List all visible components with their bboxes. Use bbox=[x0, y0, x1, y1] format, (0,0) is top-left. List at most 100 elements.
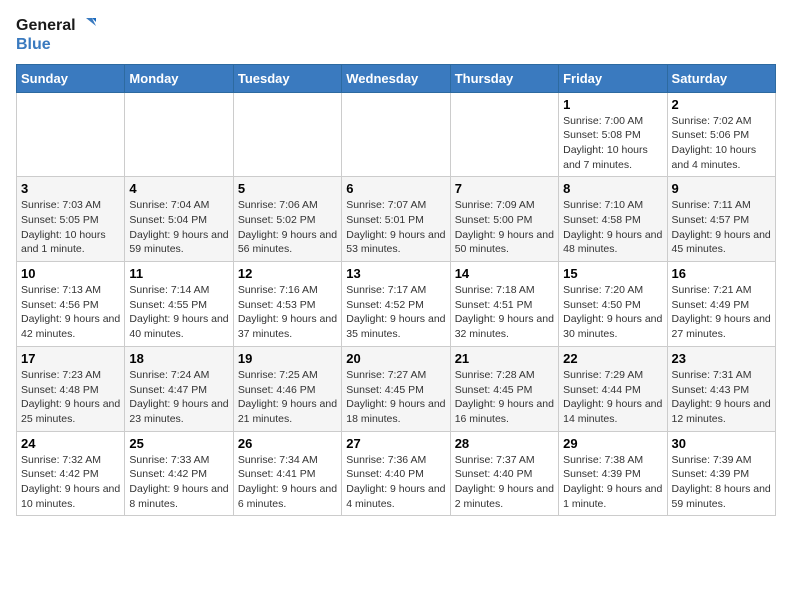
calendar-cell bbox=[17, 92, 125, 177]
day-info: Sunrise: 7:02 AM Sunset: 5:06 PM Dayligh… bbox=[672, 114, 771, 173]
calendar-cell bbox=[450, 92, 558, 177]
calendar-cell: 14 Sunrise: 7:18 AM Sunset: 4:51 PM Dayli… bbox=[450, 262, 558, 347]
calendar-cell: 21 Sunrise: 7:28 AM Sunset: 4:45 PM Dayli… bbox=[450, 346, 558, 431]
day-info: Sunrise: 7:20 AM Sunset: 4:50 PM Dayligh… bbox=[563, 283, 662, 342]
calendar-cell: 27 Sunrise: 7:36 AM Sunset: 4:40 PM Dayli… bbox=[342, 431, 450, 516]
day-number: 20 bbox=[346, 351, 445, 366]
calendar-cell: 16 Sunrise: 7:21 AM Sunset: 4:49 PM Dayli… bbox=[667, 262, 775, 347]
weekday-header: Tuesday bbox=[233, 64, 341, 92]
calendar-cell: 25 Sunrise: 7:33 AM Sunset: 4:42 PM Dayli… bbox=[125, 431, 233, 516]
calendar-cell: 19 Sunrise: 7:25 AM Sunset: 4:46 PM Dayli… bbox=[233, 346, 341, 431]
calendar-cell: 28Sunrise: 7:37 AM Sunset: 4:40 PM Dayli… bbox=[450, 431, 558, 516]
day-number: 17 bbox=[21, 351, 120, 366]
day-info: Sunrise: 7:09 AM Sunset: 5:00 PM Dayligh… bbox=[455, 198, 554, 257]
calendar-cell: 12 Sunrise: 7:16 AM Sunset: 4:53 PM Dayli… bbox=[233, 262, 341, 347]
day-number: 10 bbox=[21, 266, 120, 281]
day-info: Sunrise: 7:37 AM Sunset: 4:40 PM Dayligh… bbox=[455, 453, 554, 512]
day-info: Sunrise: 7:03 AM Sunset: 5:05 PM Dayligh… bbox=[21, 198, 120, 257]
calendar-cell: 6Sunrise: 7:07 AM Sunset: 5:01 PM Daylig… bbox=[342, 177, 450, 262]
weekday-header: Friday bbox=[559, 64, 667, 92]
day-number: 23 bbox=[672, 351, 771, 366]
day-info: Sunrise: 7:13 AM Sunset: 4:56 PM Dayligh… bbox=[21, 283, 120, 342]
day-info: Sunrise: 7:24 AM Sunset: 4:47 PM Dayligh… bbox=[129, 368, 228, 427]
day-number: 11 bbox=[129, 266, 228, 281]
calendar-cell: 15 Sunrise: 7:20 AM Sunset: 4:50 PM Dayli… bbox=[559, 262, 667, 347]
logo-text-blue: Blue bbox=[16, 36, 98, 54]
day-info: Sunrise: 7:04 AM Sunset: 5:04 PM Dayligh… bbox=[129, 198, 228, 257]
calendar-cell: 11 Sunrise: 7:14 AM Sunset: 4:55 PM Dayli… bbox=[125, 262, 233, 347]
calendar-cell: 20 Sunrise: 7:27 AM Sunset: 4:45 PM Dayli… bbox=[342, 346, 450, 431]
calendar-cell: 10 Sunrise: 7:13 AM Sunset: 4:56 PM Dayli… bbox=[17, 262, 125, 347]
calendar-cell: 29Sunrise: 7:38 AM Sunset: 4:39 PM Dayli… bbox=[559, 431, 667, 516]
weekday-header: Monday bbox=[125, 64, 233, 92]
day-number: 8 bbox=[563, 181, 662, 196]
day-info: Sunrise: 7:07 AM Sunset: 5:01 PM Dayligh… bbox=[346, 198, 445, 257]
calendar-cell: 3 Sunrise: 7:03 AM Sunset: 5:05 PM Daylig… bbox=[17, 177, 125, 262]
logo-text-general: General bbox=[16, 17, 76, 35]
calendar-cell: 7 Sunrise: 7:09 AM Sunset: 5:00 PM Daylig… bbox=[450, 177, 558, 262]
calendar-cell bbox=[125, 92, 233, 177]
day-info: Sunrise: 7:33 AM Sunset: 4:42 PM Dayligh… bbox=[129, 453, 228, 512]
weekday-header: Saturday bbox=[667, 64, 775, 92]
day-info: Sunrise: 7:32 AM Sunset: 4:42 PM Dayligh… bbox=[21, 453, 120, 512]
calendar-cell: 4 Sunrise: 7:04 AM Sunset: 5:04 PM Daylig… bbox=[125, 177, 233, 262]
day-number: 21 bbox=[455, 351, 554, 366]
day-number: 19 bbox=[238, 351, 337, 366]
day-number: 22 bbox=[563, 351, 662, 366]
calendar-cell: 13 Sunrise: 7:17 AM Sunset: 4:52 PM Dayli… bbox=[342, 262, 450, 347]
day-info: Sunrise: 7:16 AM Sunset: 4:53 PM Dayligh… bbox=[238, 283, 337, 342]
weekday-header: Sunday bbox=[17, 64, 125, 92]
calendar-cell: 22 Sunrise: 7:29 AM Sunset: 4:44 PM Dayli… bbox=[559, 346, 667, 431]
day-number: 15 bbox=[563, 266, 662, 281]
calendar-cell: 17 Sunrise: 7:23 AM Sunset: 4:48 PM Dayli… bbox=[17, 346, 125, 431]
day-info: Sunrise: 7:27 AM Sunset: 4:45 PM Dayligh… bbox=[346, 368, 445, 427]
calendar-cell: 26 Sunrise: 7:34 AM Sunset: 4:41 PM Dayli… bbox=[233, 431, 341, 516]
calendar-cell: 23 Sunrise: 7:31 AM Sunset: 4:43 PM Dayli… bbox=[667, 346, 775, 431]
day-number: 7 bbox=[455, 181, 554, 196]
day-info: Sunrise: 7:06 AM Sunset: 5:02 PM Dayligh… bbox=[238, 198, 337, 257]
day-info: Sunrise: 7:28 AM Sunset: 4:45 PM Dayligh… bbox=[455, 368, 554, 427]
day-number: 25 bbox=[129, 436, 228, 451]
weekday-header: Thursday bbox=[450, 64, 558, 92]
calendar-cell: 18Sunrise: 7:24 AM Sunset: 4:47 PM Dayli… bbox=[125, 346, 233, 431]
day-info: Sunrise: 7:11 AM Sunset: 4:57 PM Dayligh… bbox=[672, 198, 771, 257]
day-number: 12 bbox=[238, 266, 337, 281]
day-info: Sunrise: 7:36 AM Sunset: 4:40 PM Dayligh… bbox=[346, 453, 445, 512]
calendar-cell: 30 Sunrise: 7:39 AM Sunset: 4:39 PM Dayli… bbox=[667, 431, 775, 516]
day-info: Sunrise: 7:31 AM Sunset: 4:43 PM Dayligh… bbox=[672, 368, 771, 427]
day-info: Sunrise: 7:39 AM Sunset: 4:39 PM Dayligh… bbox=[672, 453, 771, 512]
day-number: 26 bbox=[238, 436, 337, 451]
calendar-cell bbox=[342, 92, 450, 177]
day-number: 29 bbox=[563, 436, 662, 451]
weekday-header: Wednesday bbox=[342, 64, 450, 92]
calendar-cell: 9 Sunrise: 7:11 AM Sunset: 4:57 PM Daylig… bbox=[667, 177, 775, 262]
calendar-cell: 8 Sunrise: 7:10 AM Sunset: 4:58 PM Daylig… bbox=[559, 177, 667, 262]
logo-arrow-icon bbox=[78, 16, 98, 36]
day-number: 13 bbox=[346, 266, 445, 281]
day-info: Sunrise: 7:29 AM Sunset: 4:44 PM Dayligh… bbox=[563, 368, 662, 427]
day-number: 3 bbox=[21, 181, 120, 196]
page-header: General Blue bbox=[16, 16, 776, 54]
day-info: Sunrise: 7:17 AM Sunset: 4:52 PM Dayligh… bbox=[346, 283, 445, 342]
day-info: Sunrise: 7:18 AM Sunset: 4:51 PM Dayligh… bbox=[455, 283, 554, 342]
day-number: 27 bbox=[346, 436, 445, 451]
day-number: 14 bbox=[455, 266, 554, 281]
calendar-cell: 5 Sunrise: 7:06 AM Sunset: 5:02 PM Daylig… bbox=[233, 177, 341, 262]
day-info: Sunrise: 7:23 AM Sunset: 4:48 PM Dayligh… bbox=[21, 368, 120, 427]
day-info: Sunrise: 7:21 AM Sunset: 4:49 PM Dayligh… bbox=[672, 283, 771, 342]
day-number: 5 bbox=[238, 181, 337, 196]
day-info: Sunrise: 7:10 AM Sunset: 4:58 PM Dayligh… bbox=[563, 198, 662, 257]
day-number: 16 bbox=[672, 266, 771, 281]
calendar-cell bbox=[233, 92, 341, 177]
day-info: Sunrise: 7:25 AM Sunset: 4:46 PM Dayligh… bbox=[238, 368, 337, 427]
day-info: Sunrise: 7:34 AM Sunset: 4:41 PM Dayligh… bbox=[238, 453, 337, 512]
day-number: 2 bbox=[672, 97, 771, 112]
day-info: Sunrise: 7:14 AM Sunset: 4:55 PM Dayligh… bbox=[129, 283, 228, 342]
day-number: 9 bbox=[672, 181, 771, 196]
logo: General Blue bbox=[16, 16, 98, 54]
day-number: 1 bbox=[563, 97, 662, 112]
day-number: 30 bbox=[672, 436, 771, 451]
calendar-cell: 1 Sunrise: 7:00 AM Sunset: 5:08 PM Daylig… bbox=[559, 92, 667, 177]
day-info: Sunrise: 7:00 AM Sunset: 5:08 PM Dayligh… bbox=[563, 114, 662, 173]
day-number: 4 bbox=[129, 181, 228, 196]
